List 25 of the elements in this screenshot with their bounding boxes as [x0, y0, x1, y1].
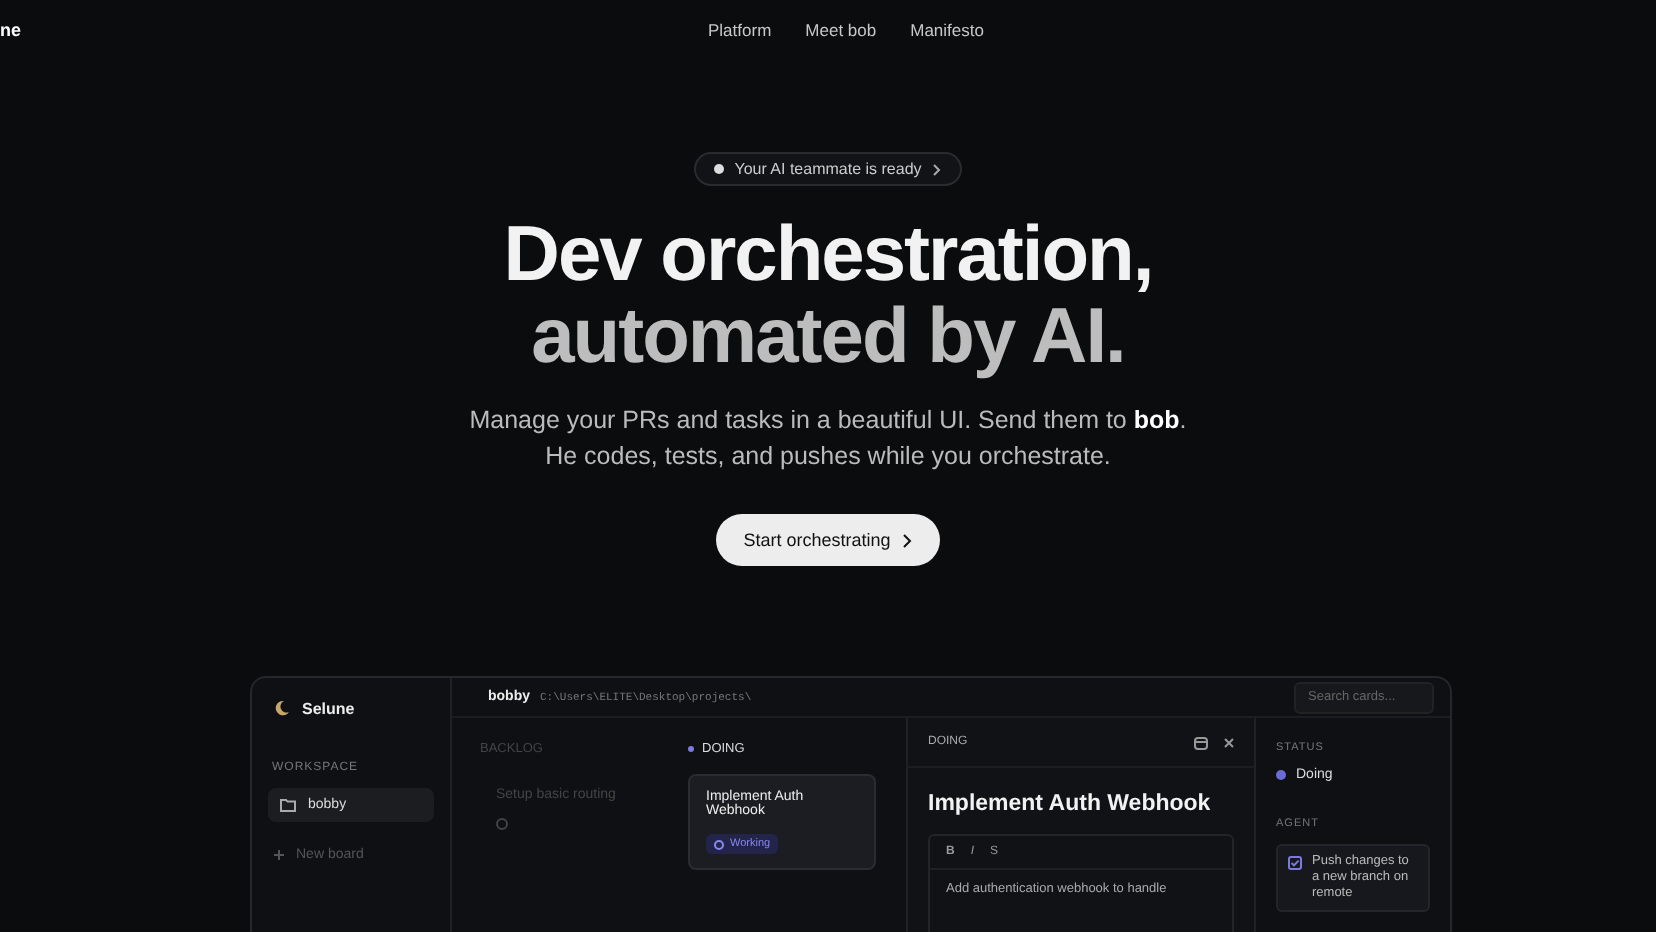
app-name: Selune	[302, 699, 355, 717]
logo-text[interactable]: ne	[0, 20, 674, 40]
circle-icon	[714, 839, 724, 849]
moon-icon	[274, 700, 290, 716]
nav-link[interactable]: Meet bob	[805, 20, 877, 40]
dot-icon	[688, 745, 694, 751]
subtitle: Manage your PRs and tasks in a beautiful UI. Send them to bob.	[469, 404, 1187, 438]
subtitle: He codes, tests, and pushes while you orchestrate.	[543, 440, 1113, 474]
nav-link[interactable]: Platform	[708, 20, 772, 40]
start-button[interactable]: Start orchestrating	[715, 514, 941, 566]
folder-icon	[280, 798, 296, 812]
nav-link[interactable]: Manifesto	[910, 20, 984, 40]
announcement-badge[interactable]: Your AI teammate is ready	[694, 152, 962, 186]
clock-icon	[496, 818, 508, 830]
headline: Dev orchestration,	[503, 214, 1153, 296]
dot-icon	[714, 164, 725, 174]
chevron-right-icon	[902, 533, 913, 547]
close-icon[interactable]	[1224, 737, 1234, 747]
archive-icon[interactable]	[1194, 735, 1208, 749]
plus-icon	[274, 850, 284, 860]
headline: automated by AI.	[529, 296, 1127, 378]
card-title: Implement Auth Webhook	[928, 792, 1213, 816]
chevron-right-icon	[931, 163, 942, 175]
badge-text: Your AI teammate is ready	[734, 160, 922, 178]
checkbox-icon	[1288, 856, 1302, 870]
